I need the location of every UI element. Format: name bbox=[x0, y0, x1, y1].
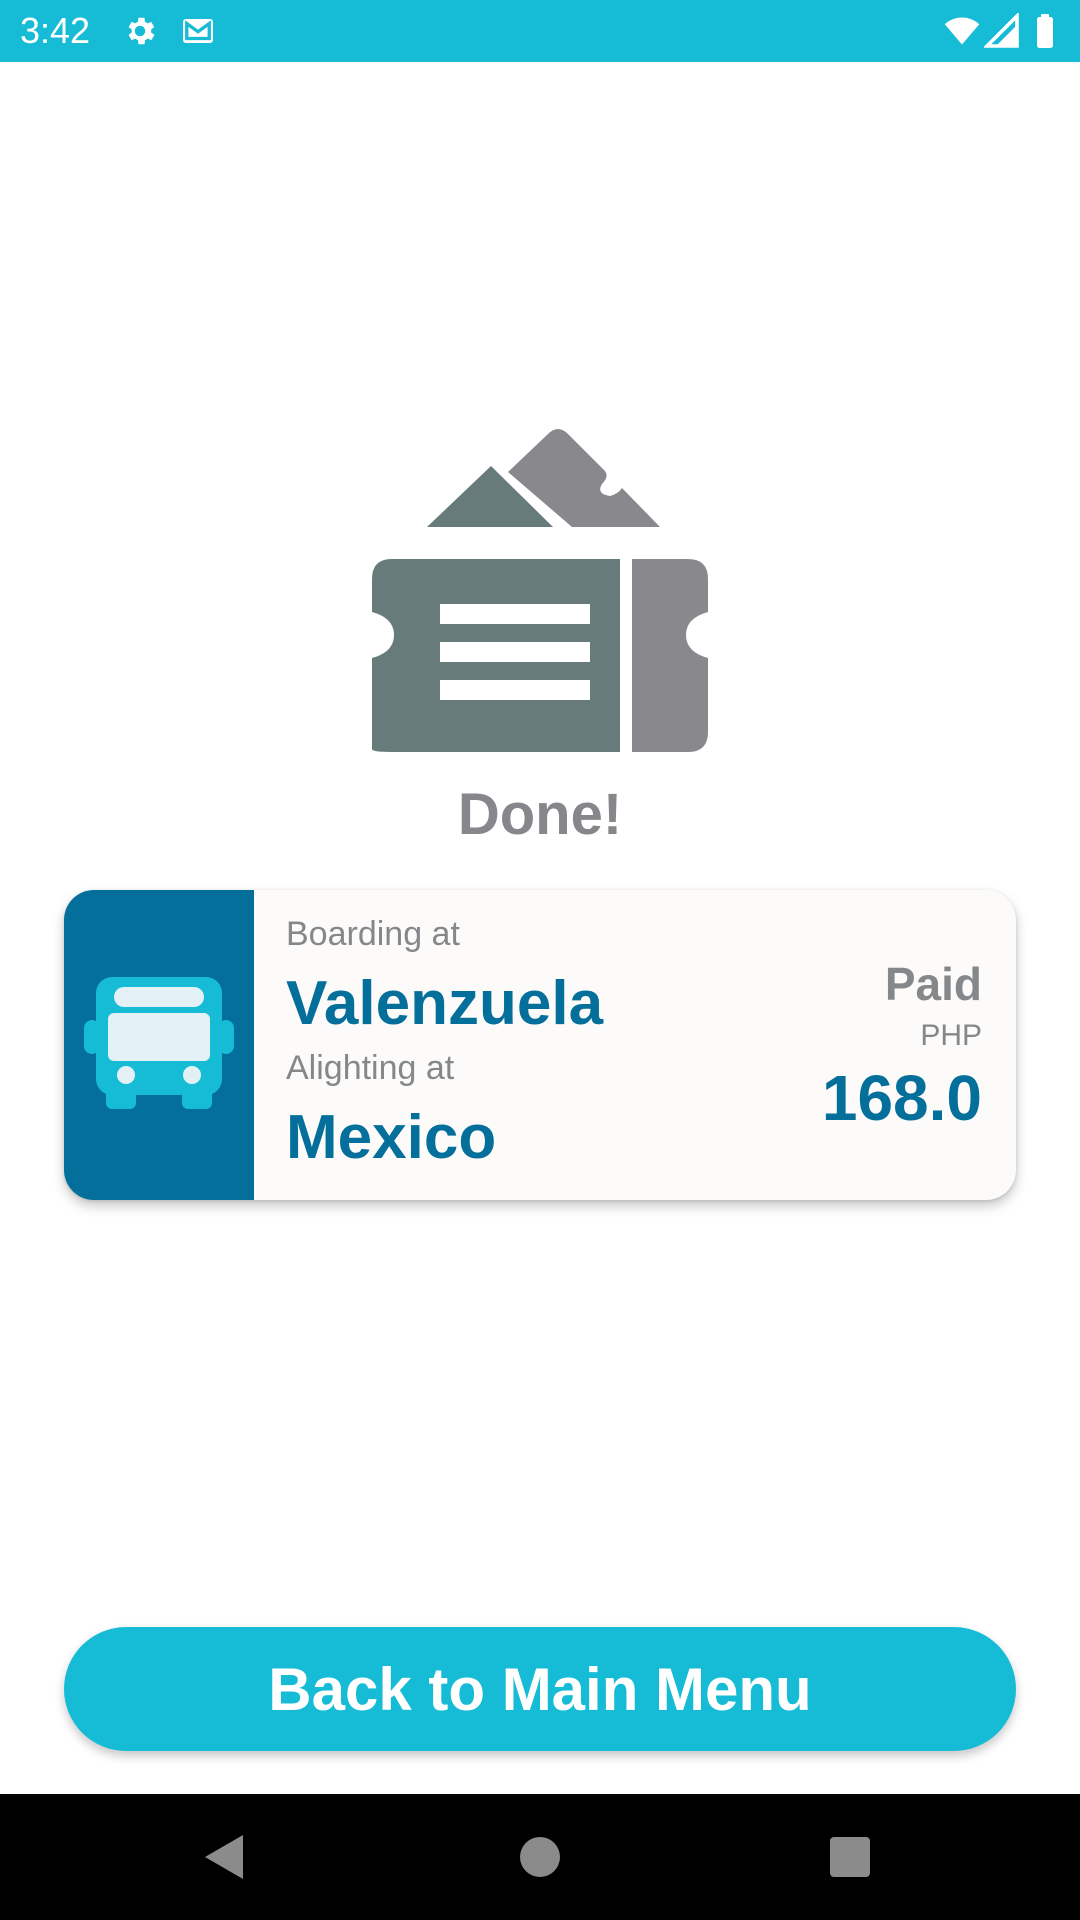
back-icon[interactable] bbox=[195, 1827, 255, 1887]
done-title: Done! bbox=[457, 782, 623, 847]
alighting-place: Mexico bbox=[286, 1103, 497, 1172]
alighting-label: Alighting at bbox=[286, 1049, 455, 1087]
back-to-main-menu-button[interactable]: Back to Main Menu bbox=[64, 1627, 1016, 1751]
gear-icon bbox=[122, 13, 158, 49]
currency-label: PHP bbox=[920, 1019, 982, 1052]
recents-icon[interactable] bbox=[820, 1827, 880, 1887]
trip-summary-card: Boarding at Valenzuela Alighting at Mexi… bbox=[64, 890, 1016, 1200]
boarding-label: Boarding at bbox=[286, 915, 460, 953]
signal-icon bbox=[984, 13, 1020, 49]
home-icon[interactable] bbox=[510, 1827, 570, 1887]
status-bar: 3:42 bbox=[0, 0, 1080, 62]
mail-icon bbox=[180, 13, 216, 49]
status-time: 3:42 bbox=[20, 10, 91, 51]
bus-icon bbox=[84, 965, 234, 1115]
card-side-panel bbox=[64, 890, 254, 1200]
amount-value: 168.0 bbox=[821, 1062, 982, 1134]
navigation-bar bbox=[0, 1794, 1080, 1920]
paid-label: Paid bbox=[884, 958, 982, 1010]
battery-icon bbox=[1030, 13, 1060, 49]
ticket-icon bbox=[370, 414, 710, 754]
screen: 3:42 Done! Boarding at Valenzuela Alight… bbox=[0, 0, 1080, 1920]
wifi-icon bbox=[944, 13, 980, 49]
boarding-place: Valenzuela bbox=[286, 969, 604, 1038]
